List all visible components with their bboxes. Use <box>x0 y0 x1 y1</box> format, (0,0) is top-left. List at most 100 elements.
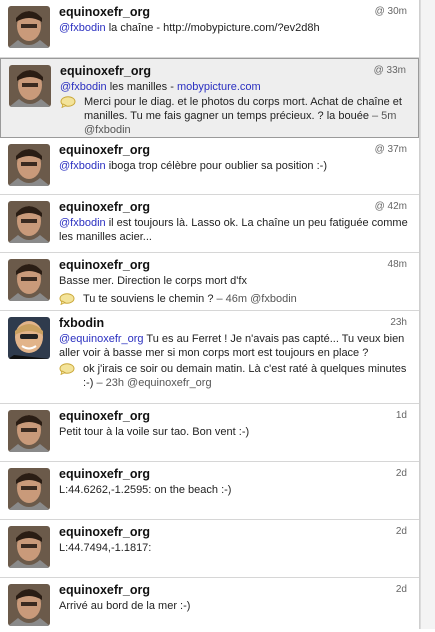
tweet-username[interactable]: equinoxefr_org <box>59 143 150 157</box>
tweet-item[interactable]: equinoxefr_org 2d L:44.7494,-1.1817: <box>0 520 419 578</box>
tweet-text: Petit tour à la voile sur tao. Bon vent … <box>59 425 409 439</box>
tweet-timestamp: 48m <box>387 259 407 270</box>
tweet-item[interactable]: equinoxefr_org @ 42m @fxbodin il est tou… <box>0 195 419 253</box>
reply-indicator: @ <box>374 6 385 17</box>
in-reply-to[interactable]: ok j'irais ce soir ou demain matin. Là c… <box>59 362 409 390</box>
tweet-text: L:44.6262,-1.2595: on the beach :-) <box>59 483 409 497</box>
tweet-username[interactable]: fxbodin <box>59 316 104 330</box>
reply-indicator: @ <box>374 201 385 212</box>
equinoxefr-avatar[interactable] <box>8 410 50 452</box>
tweet-text: L:44.7494,-1.1817: <box>59 541 409 555</box>
equinoxefr-avatar[interactable] <box>8 6 50 48</box>
tweet-header: equinoxefr_org @ 37m <box>59 143 407 159</box>
equinoxefr-avatar[interactable] <box>9 65 51 107</box>
tweet-message: L:44.6262,-1.2595: on the beach :-) <box>59 484 232 496</box>
tweet-header: equinoxefr_org 2d <box>59 525 407 541</box>
tweet-time: 2d <box>396 468 407 479</box>
vertical-scrollbar[interactable] <box>420 0 435 629</box>
speech-bubble-icon <box>59 363 75 375</box>
tweet-item[interactable]: equinoxefr_org 2d L:44.6262,-1.2595: on … <box>0 462 419 520</box>
speech-bubble-icon <box>60 96 76 108</box>
mention-link[interactable]: @fxbodin <box>59 217 106 229</box>
reply-text: Tu te souviens le chemin ? <box>83 293 214 305</box>
tweet-item[interactable]: fxbodin 23h @equinoxefr_org Tu es au Fer… <box>0 311 419 404</box>
tweet-header: equinoxefr_org @ 30m <box>59 5 407 21</box>
tweet-username[interactable]: equinoxefr_org <box>59 583 150 597</box>
tweet-time: 23h <box>390 317 407 328</box>
tweet-timestamp: 23h <box>390 317 407 328</box>
tweet-header: equinoxefr_org 2d <box>59 583 407 599</box>
tweet-username[interactable]: equinoxefr_org <box>59 525 150 539</box>
tweet-header: equinoxefr_org 1d <box>59 409 407 425</box>
tweet-item[interactable]: equinoxefr_org 48m Basse mer. Direction … <box>0 253 419 311</box>
tweet-timestamp: 2d <box>395 468 407 479</box>
tweet-header: equinoxefr_org 2d <box>59 467 407 483</box>
tweet-username[interactable]: equinoxefr_org <box>59 200 150 214</box>
tweet-item[interactable]: equinoxefr_org @ 33m @fxbodin les manill… <box>0 58 419 138</box>
tweet-message: Arrivé au bord de la mer :-) <box>59 600 191 612</box>
tweet-text: @fxbodin il est toujours là. Lasso ok. L… <box>59 216 409 244</box>
tweet-message: L:44.7494,-1.1817: <box>59 542 152 554</box>
mention-link[interactable]: @fxbodin <box>60 81 107 93</box>
tweet-time: 48m <box>388 259 407 270</box>
fxbodin-avatar[interactable] <box>8 317 50 359</box>
tweet-timestamp: 42m <box>387 201 407 212</box>
tweet-timeline: equinoxefr_org @ 30m @fxbodin la chaîne … <box>0 0 420 632</box>
reply-indicator: @ <box>374 144 385 155</box>
equinoxefr-avatar[interactable] <box>8 144 50 186</box>
tweet-time: 1d <box>396 410 407 421</box>
equinoxefr-avatar[interactable] <box>8 201 50 243</box>
tweet-message: les manilles - <box>106 81 177 93</box>
tweet-timestamp: 2d <box>395 526 407 537</box>
tweet-time: 2d <box>396 584 407 595</box>
tweet-username[interactable]: equinoxefr_org <box>59 258 150 272</box>
mention-link[interactable]: @fxbodin <box>59 22 106 34</box>
tweet-username[interactable]: equinoxefr_org <box>59 467 150 481</box>
in-reply-to[interactable]: Merci pour le diag. et le photos du corp… <box>60 95 408 137</box>
equinoxefr-avatar[interactable] <box>8 259 50 301</box>
tweet-username[interactable]: equinoxefr_org <box>59 5 150 19</box>
tweet-text: Arrivé au bord de la mer :-) <box>59 599 409 613</box>
tweet-username[interactable]: equinoxefr_org <box>60 64 151 78</box>
equinoxefr-avatar[interactable] <box>8 468 50 510</box>
tweet-time: 2d <box>396 526 407 537</box>
tweet-time: @ 33m <box>374 65 406 76</box>
tweet-time: @ 37m <box>375 144 407 155</box>
tweet-timestamp: 37m <box>387 144 407 155</box>
tweet-text: @fxbodin les manilles - mobypicture.com … <box>60 80 408 137</box>
tweet-timestamp: 2d <box>395 584 407 595</box>
tweet-item[interactable]: equinoxefr_org @ 30m @fxbodin la chaîne … <box>0 0 419 58</box>
reply-text: Merci pour le diag. et le photos du corp… <box>84 96 402 122</box>
tweet-message: Basse mer. Direction le corps mort d'fx <box>59 275 247 287</box>
tweet-time: @ 42m <box>375 201 407 212</box>
tweet-item[interactable]: equinoxefr_org 2d Arrivé au bord de la m… <box>0 578 419 632</box>
mention-link[interactable]: @fxbodin <box>59 160 106 172</box>
tweet-username[interactable]: equinoxefr_org <box>59 409 150 423</box>
tweet-item[interactable]: equinoxefr_org 1d Petit tour à la voile … <box>0 404 419 462</box>
tweet-message: iboga trop célèbre pour oublier sa posit… <box>105 160 327 172</box>
tweet-text: @fxbodin iboga trop célèbre pour oublier… <box>59 159 409 173</box>
mention-link[interactable]: @equinoxefr_org <box>59 333 144 345</box>
speech-bubble-icon <box>59 293 75 305</box>
tweet-timestamp: 1d <box>395 410 407 421</box>
tweet-header: equinoxefr_org 48m <box>59 258 407 274</box>
tweet-header: equinoxefr_org @ 33m <box>60 64 406 80</box>
tweet-header: fxbodin 23h <box>59 316 407 332</box>
tweet-item[interactable]: equinoxefr_org @ 37m @fxbodin iboga trop… <box>0 138 419 195</box>
equinoxefr-avatar[interactable] <box>8 584 50 626</box>
tweet-message: Petit tour à la voile sur tao. Bon vent … <box>59 426 250 438</box>
equinoxefr-avatar[interactable] <box>8 526 50 568</box>
reply-meta: – 46m @fxbodin <box>213 293 297 305</box>
tweet-message: la chaîne - http://mobypicture.com/?ev2d… <box>105 22 320 34</box>
reply-indicator: @ <box>373 65 384 76</box>
tweet-text: Basse mer. Direction le corps mort d'fx … <box>59 274 409 306</box>
in-reply-to[interactable]: Tu te souviens le chemin ? – 46m @fxbodi… <box>59 292 409 306</box>
tweet-message: il est toujours là. Lasso ok. La chaîne … <box>59 217 408 243</box>
tweet-timestamp: 33m <box>386 65 406 76</box>
tweet-text: @equinoxefr_org Tu es au Ferret ! Je n'a… <box>59 332 409 390</box>
tweet-time: @ 30m <box>375 6 407 17</box>
url-link[interactable]: mobypicture.com <box>177 81 261 93</box>
tweet-header: equinoxefr_org @ 42m <box>59 200 407 216</box>
tweet-text: @fxbodin la chaîne - http://mobypicture.… <box>59 21 409 35</box>
tweet-timestamp: 30m <box>387 6 407 17</box>
